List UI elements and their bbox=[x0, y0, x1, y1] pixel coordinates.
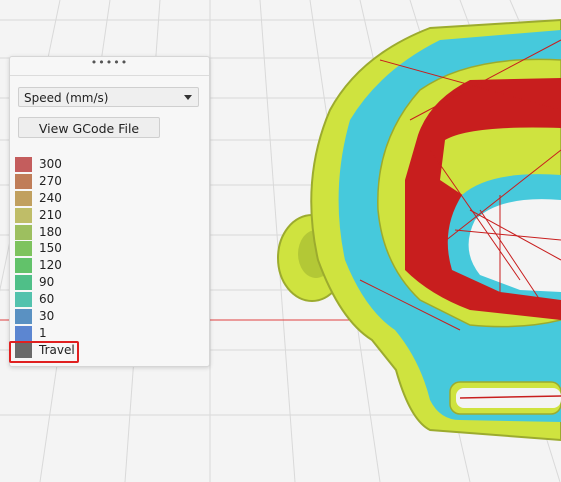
printed-model bbox=[277, 18, 561, 442]
color-scheme-panel: ••••• Speed (mm/s) View GCode File 300 27… bbox=[9, 56, 210, 367]
chevron-down-icon bbox=[184, 95, 192, 100]
legend-label: 120 bbox=[39, 258, 62, 273]
legend-label: 180 bbox=[39, 224, 62, 239]
legend-swatch bbox=[15, 157, 32, 172]
legend-label: 30 bbox=[39, 309, 55, 324]
legend-label: 240 bbox=[39, 190, 62, 205]
legend-swatch bbox=[15, 325, 32, 341]
legend-swatch bbox=[15, 292, 32, 308]
legend-label: 60 bbox=[39, 292, 55, 307]
view-type-select-value: Speed (mm/s) bbox=[24, 91, 109, 105]
view-gcode-file-button[interactable]: View GCode File bbox=[18, 117, 160, 138]
legend-label: 1 bbox=[39, 325, 47, 340]
legend-swatch bbox=[15, 309, 32, 325]
legend-swatch bbox=[15, 224, 32, 240]
legend-swatch bbox=[15, 241, 32, 257]
legend-label: 210 bbox=[39, 207, 62, 222]
view-type-select[interactable]: Speed (mm/s) bbox=[18, 87, 199, 107]
legend-swatch bbox=[15, 275, 32, 291]
legend-label: 270 bbox=[39, 173, 62, 188]
legend-swatch bbox=[15, 173, 32, 189]
legend-swatch bbox=[15, 258, 32, 274]
legend-label: 90 bbox=[39, 275, 55, 290]
legend-label: 300 bbox=[39, 157, 62, 171]
legend-swatch bbox=[15, 190, 32, 206]
travel-highlight-box bbox=[9, 341, 79, 363]
legend-swatch bbox=[15, 207, 32, 223]
legend-label: 150 bbox=[39, 241, 62, 256]
panel-drag-handle[interactable]: ••••• bbox=[10, 57, 209, 76]
